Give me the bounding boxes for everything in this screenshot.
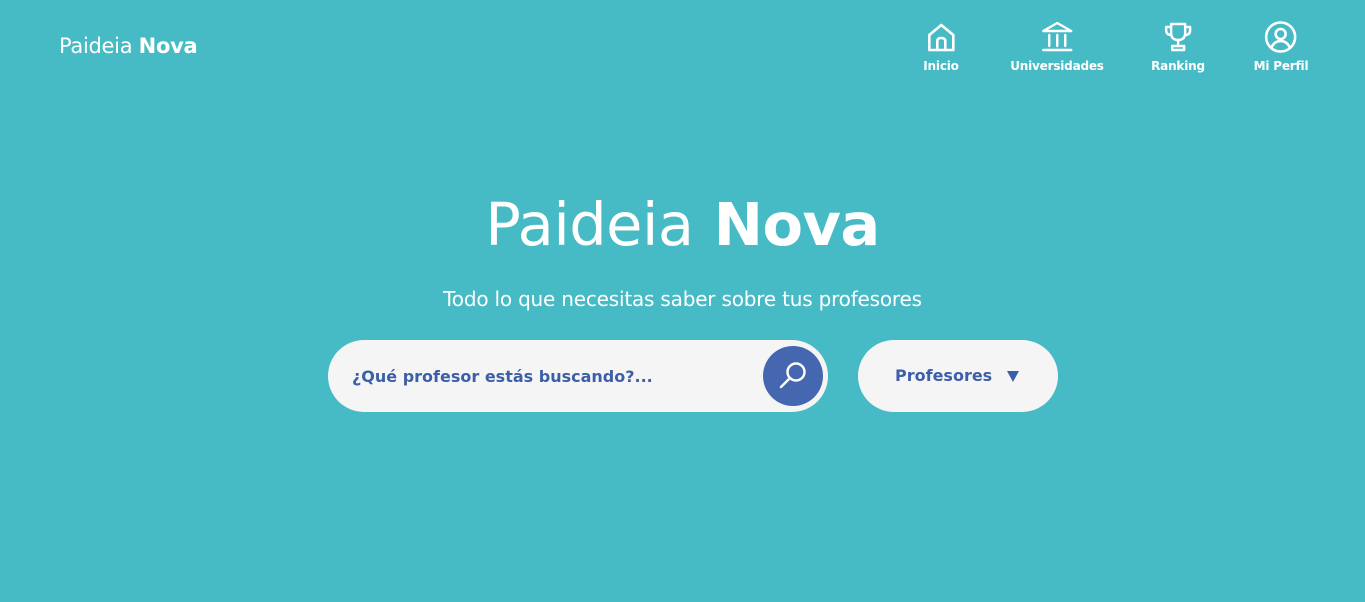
- nav-label-ranking: Ranking: [1151, 59, 1205, 73]
- nav-item-ranking[interactable]: Ranking: [1151, 20, 1205, 73]
- nav-label-mi-perfil: Mi Perfil: [1253, 59, 1309, 73]
- nav-item-universidades[interactable]: Universidades: [1010, 20, 1104, 73]
- triangle-down-icon: [1007, 371, 1019, 382]
- nav-label-inicio: Inicio: [923, 59, 959, 73]
- hero-subtitle: Todo lo que necesitas saber sobre tus pr…: [443, 287, 922, 311]
- search-icon: [779, 362, 806, 389]
- hero-title: Paideia Nova: [0, 190, 1365, 259]
- top-nav: Inicio Universidades Ranking Mi Perfil: [0, 0, 1365, 90]
- category-selected-label: Profesores: [895, 366, 993, 385]
- nav-item-inicio[interactable]: Inicio: [923, 20, 959, 73]
- hero-title-bold: Nova: [713, 190, 881, 259]
- university-icon: [1041, 21, 1073, 52]
- search-button[interactable]: [763, 346, 823, 406]
- trophy-icon: [1164, 22, 1192, 52]
- hero-title-light: Paideia: [485, 190, 694, 259]
- home-icon: [927, 23, 955, 52]
- nav-item-mi-perfil[interactable]: Mi Perfil: [1254, 20, 1309, 73]
- search-bar: [328, 340, 828, 412]
- user-circle-icon: [1265, 21, 1297, 53]
- search-input[interactable]: [352, 340, 752, 412]
- nav-label-universidades: Universidades: [1010, 59, 1104, 73]
- category-dropdown[interactable]: Profesores: [858, 340, 1058, 412]
